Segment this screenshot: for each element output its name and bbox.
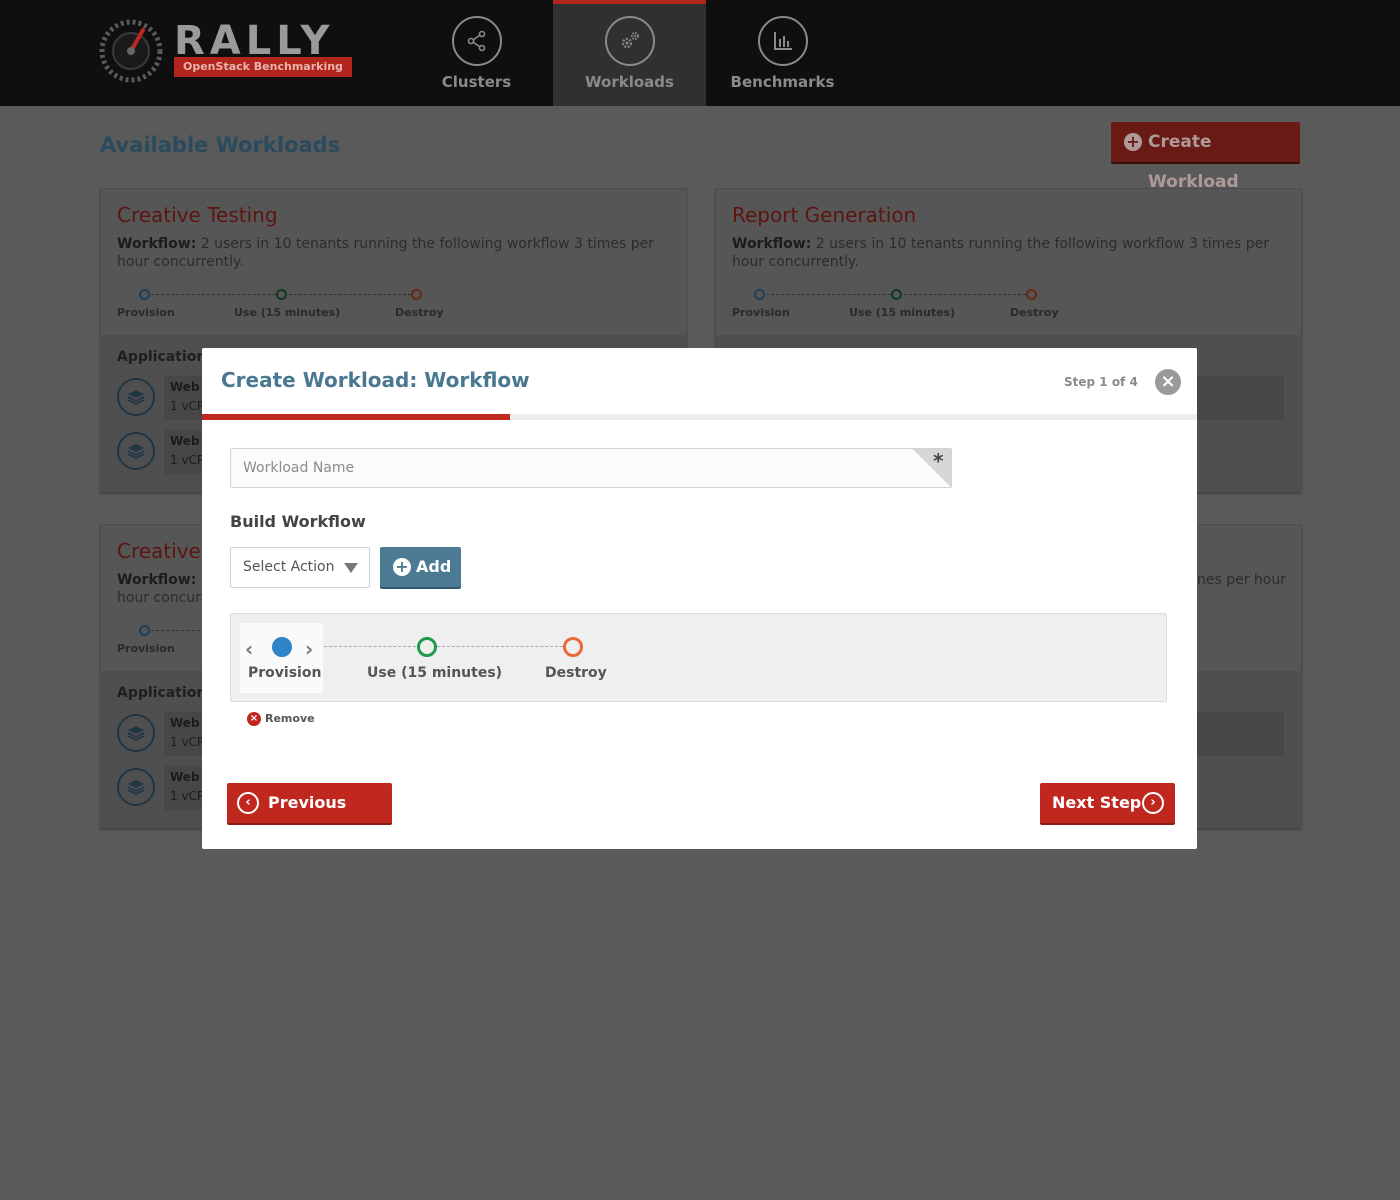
remove-icon: × — [247, 712, 261, 726]
chevron-right-circle-icon: › — [1142, 792, 1164, 814]
workload-card-title: Report Generation — [732, 203, 917, 227]
plus-circle-icon: + — [393, 558, 411, 576]
nav-label-workloads: Workloads — [585, 73, 674, 91]
next-step-label: Next Step — [1052, 793, 1142, 812]
page-title: Available Workloads — [100, 133, 341, 157]
chevron-right-icon[interactable]: › — [305, 637, 313, 661]
create-workload-modal: Create Workload: Workflow Step 1 of 4 × … — [202, 348, 1197, 849]
add-button-label: Add — [416, 557, 452, 576]
workflow-step-label: Provision — [248, 665, 322, 681]
add-button[interactable]: + Add — [380, 547, 461, 587]
layers-icon — [117, 378, 155, 416]
provision-dot — [754, 289, 765, 300]
workflow-label: Workflow: — [117, 236, 197, 252]
step-label: Provision — [117, 306, 175, 319]
create-workload-label: Create Workload — [1148, 132, 1239, 192]
workflow-text: 2 users in 10 tenants running the follow… — [732, 236, 1269, 270]
applications-label: Applications — [117, 349, 215, 365]
application-name: Web — [170, 380, 200, 394]
workflow-step-label: Use (15 minutes) — [367, 665, 503, 681]
chevron-left-circle-icon: ‹ — [237, 792, 259, 814]
next-step-button[interactable]: Next Step › — [1040, 783, 1175, 823]
rally-logo[interactable]: RALLY OpenStack Benchmarking — [98, 16, 358, 86]
flow-connector — [766, 294, 891, 295]
flow-connector — [289, 294, 411, 295]
workload-card-title: Creative Testing — [117, 203, 278, 227]
select-action-value: Select Action — [243, 559, 335, 575]
select-action-dropdown[interactable]: Select Action — [230, 547, 370, 588]
previous-step-label: Previous Step — [268, 793, 347, 849]
application-name: Web — [170, 770, 200, 784]
brand-tagline: OpenStack Benchmarking — [174, 57, 352, 77]
gears-icon — [604, 16, 655, 66]
workflow-label: Workflow: — [732, 236, 812, 252]
workflow-step-label: Destroy — [545, 665, 607, 681]
create-workload-button[interactable]: + Create Workload — [1111, 122, 1300, 192]
previous-step-button[interactable]: ‹ Previous Step — [227, 783, 392, 849]
nav-clusters[interactable]: Clusters — [400, 0, 553, 106]
destroy-dot — [1026, 289, 1037, 300]
nav-label-clusters: Clusters — [441, 73, 512, 91]
layers-icon — [117, 432, 155, 470]
wizard-progress-fill — [202, 414, 511, 420]
layers-icon — [117, 714, 155, 752]
application-name: Web — [170, 716, 200, 730]
provision-step-dot[interactable] — [272, 637, 292, 657]
applications-label: Applications — [117, 685, 215, 701]
nav-workloads[interactable]: Workloads — [553, 0, 706, 106]
step-label: Destroy — [395, 306, 444, 319]
workload-name-input[interactable] — [230, 448, 952, 488]
application-name: Web — [170, 434, 200, 448]
layers-icon — [117, 768, 155, 806]
modal-title: Create Workload: Workflow — [221, 368, 530, 392]
flow-connector — [151, 294, 276, 295]
use-dot — [276, 289, 287, 300]
use-step-dot[interactable] — [417, 637, 437, 657]
nav-benchmarks[interactable]: Benchmarks — [706, 0, 859, 106]
provision-dot — [139, 625, 150, 636]
remove-label: Remove — [265, 712, 315, 725]
step-label: Destroy — [1010, 306, 1059, 319]
destroy-dot — [411, 289, 422, 300]
caret-down-icon — [344, 563, 358, 573]
flow-connector — [324, 646, 416, 647]
step-label: Use (15 minutes) — [234, 306, 341, 319]
workload-card-description: Workflow: 2 users in 10 tenants running … — [732, 235, 1292, 271]
speedometer-icon — [99, 19, 163, 83]
workflow-text: 2 users in 10 tenants running the follow… — [117, 236, 654, 270]
flow-connector — [437, 646, 563, 647]
destroy-step-dot[interactable] — [563, 637, 583, 657]
provision-dot — [139, 289, 150, 300]
nav-label-benchmarks: Benchmarks — [730, 73, 835, 91]
workload-card-description: Workflow: 2 users in 10 tenants running … — [117, 235, 677, 271]
step-label: Use (15 minutes) — [849, 306, 956, 319]
build-workflow-heading: Build Workflow — [230, 512, 366, 531]
workflow-text: nes per hour — [1196, 572, 1286, 588]
share-icon — [451, 16, 502, 66]
wizard-progress-bar — [202, 414, 1197, 420]
mini-workflow: Provision Use (15 minutes) Destroy — [732, 289, 1072, 319]
step-indicator: Step 1 of 4 — [1064, 375, 1138, 389]
use-dot — [891, 289, 902, 300]
workflow-label: Workflow: — [117, 572, 197, 588]
step-label: Provision — [732, 306, 790, 319]
flow-connector — [904, 294, 1026, 295]
chevron-left-icon[interactable]: ‹ — [245, 637, 253, 661]
workflow-builder-panel: ‹ › Provision Use (15 minutes) Destroy — [230, 613, 1167, 702]
top-nav-bar: RALLY OpenStack Benchmarking Clusters Wo… — [0, 0, 1400, 106]
plus-circle-icon: + — [1124, 133, 1142, 151]
step-label: Provision — [117, 642, 175, 655]
mini-workflow: Provision Use (15 minutes) Destroy — [117, 289, 457, 319]
close-icon[interactable]: × — [1155, 369, 1181, 395]
bar-chart-icon — [757, 16, 808, 66]
